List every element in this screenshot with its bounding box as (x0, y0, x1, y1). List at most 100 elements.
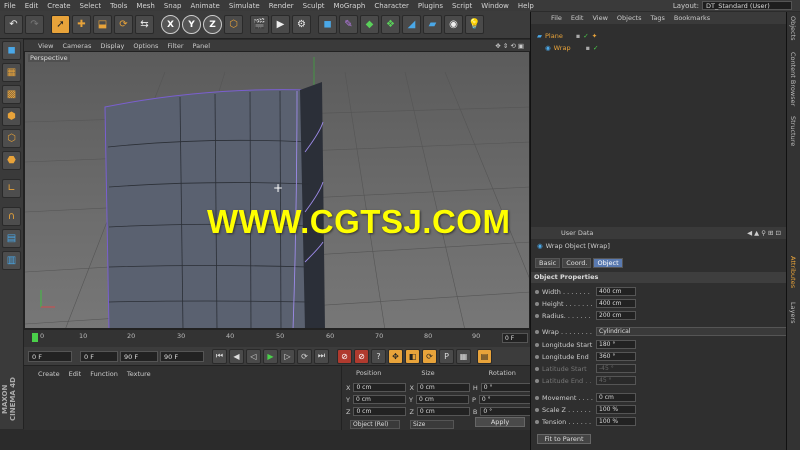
3d-viewport[interactable]: + Perspective WWW.CGTSJ.COM (24, 51, 530, 329)
position-x-field[interactable]: 0 cm (353, 383, 407, 392)
menu-create[interactable]: Create (47, 2, 70, 10)
scale-icon[interactable]: ⬓ (93, 15, 112, 34)
tab-content-browser[interactable]: Content Browser (789, 52, 797, 106)
timeline-playhead[interactable] (32, 333, 38, 342)
goto-end-icon[interactable]: ⏭ (314, 348, 329, 364)
coordinate-mode-dropdown[interactable]: Object (Rel) (350, 420, 400, 429)
axis-icon[interactable]: ∟ (2, 179, 21, 198)
move-icon[interactable]: ✚ (72, 15, 91, 34)
enable-snap-icon[interactable]: ∩ (2, 207, 21, 226)
tab-object[interactable]: Object (593, 258, 623, 268)
play-icon[interactable]: ▶ (263, 348, 278, 364)
size-mode-dropdown[interactable]: Size (410, 420, 454, 429)
viewport-menu-view[interactable]: View (38, 42, 53, 50)
rotation-p-field[interactable]: 0 ° (478, 395, 532, 404)
tab-structure[interactable]: Structure (789, 116, 797, 146)
next-frame-icon[interactable]: ▷ (280, 348, 295, 364)
material-menu-function[interactable]: Function (90, 370, 118, 378)
height-field[interactable]: 400 cm (596, 299, 636, 308)
tab-attributes[interactable]: Attributes (789, 256, 797, 288)
material-menu-texture[interactable]: Texture (127, 370, 151, 378)
position-z-field[interactable]: 0 cm (353, 407, 407, 416)
current-frame-field[interactable]: 0 F (502, 333, 528, 343)
tab-basic[interactable]: Basic (535, 258, 561, 268)
tension-field[interactable]: 100 % (596, 417, 636, 426)
timeline-ruler[interactable]: 0 10 20 30 40 50 60 70 80 90 0 F (24, 329, 530, 347)
position-key-icon[interactable]: ✥ (388, 348, 403, 364)
menu-help[interactable]: Help (518, 2, 534, 10)
rotation-h-field[interactable]: 0 ° (480, 383, 534, 392)
timeline-window-icon[interactable]: ▤ (477, 348, 492, 364)
size-x-field[interactable]: 0 cm (416, 383, 470, 392)
range-end-field[interactable]: 90 F (120, 350, 158, 362)
planar-workplane-icon[interactable]: ▥ (2, 251, 21, 270)
longitude-end-field[interactable]: 360 ° (596, 352, 636, 361)
visibility-icon[interactable]: ▪ (576, 32, 580, 40)
auto-key-icon[interactable]: ⊘ (354, 348, 369, 364)
pen-spline-icon[interactable]: ✎ (339, 15, 358, 34)
coordinate-system-icon[interactable]: ⬡ (224, 15, 243, 34)
x-axis-icon[interactable]: X (161, 15, 180, 34)
layout-dropdown[interactable]: DT_Standard (User) (702, 1, 792, 10)
menu-mograph[interactable]: MoGraph (334, 2, 366, 10)
viewport-menu-display[interactable]: Display (100, 42, 124, 50)
object-row-plane[interactable]: ▰ Plane ▪ ✓ ✦ (537, 32, 597, 40)
recent-tools-icon[interactable]: ⇆ (135, 15, 154, 34)
menu-tools[interactable]: Tools (110, 2, 127, 10)
menu-render[interactable]: Render (269, 2, 294, 10)
select-cursor-icon[interactable]: ➚ (51, 15, 70, 34)
subdivision-surface-icon[interactable]: ◆ (360, 15, 379, 34)
prev-key-icon[interactable]: ◀ (229, 348, 244, 364)
light-icon[interactable]: 💡 (465, 15, 484, 34)
menu-select[interactable]: Select (80, 2, 102, 10)
position-y-field[interactable]: 0 cm (352, 395, 406, 404)
scale-z-field[interactable]: 100 % (596, 405, 636, 414)
viewport-menu-panel[interactable]: Panel (193, 42, 211, 50)
viewport-menu-cameras[interactable]: Cameras (62, 42, 91, 50)
render-settings-icon[interactable]: ⚙ (292, 15, 311, 34)
om-menu-edit[interactable]: Edit (571, 14, 584, 22)
redo-icon[interactable]: ↷ (25, 15, 44, 34)
menu-animate[interactable]: Animate (190, 2, 219, 10)
tab-layers[interactable]: Layers (789, 302, 797, 324)
cube-icon[interactable]: ◼ (318, 15, 337, 34)
polygons-mode-icon[interactable]: ⬣ (2, 151, 21, 170)
y-axis-icon[interactable]: Y (182, 15, 201, 34)
material-menu-edit[interactable]: Edit (69, 370, 82, 378)
tab-coord[interactable]: Coord. (562, 258, 592, 268)
scale-key-icon[interactable]: ◧ (405, 348, 420, 364)
locked-workplane-icon[interactable]: ▤ (2, 229, 21, 248)
goto-start-icon[interactable]: ⏮ (212, 348, 227, 364)
viewport-menu-filter[interactable]: Filter (167, 42, 183, 50)
keyframe-selection-icon[interactable]: ? (371, 348, 386, 364)
workplane-mode-icon[interactable]: ▩ (2, 85, 21, 104)
point-level-icon[interactable]: ▦ (456, 348, 471, 364)
viewport-menu-options[interactable]: Options (133, 42, 158, 50)
end-frame-field[interactable]: 90 F (160, 350, 204, 362)
om-menu-bookmarks[interactable]: Bookmarks (674, 14, 710, 22)
object-row-wrap[interactable]: ◉ Wrap ▪ ✓ (545, 44, 598, 52)
menu-file[interactable]: File (4, 2, 16, 10)
enabled-check-icon[interactable]: ✓ (583, 32, 588, 40)
menu-plugins[interactable]: Plugins (418, 2, 443, 10)
menu-window[interactable]: Window (481, 2, 509, 10)
camera-icon[interactable]: ◉ (444, 15, 463, 34)
next-key-icon[interactable]: ⟳ (297, 348, 312, 364)
viewport-nav-icons[interactable]: ✥ ⇕ ⟲ ▣ (495, 42, 524, 50)
start-frame-field[interactable]: 0 F (28, 350, 72, 362)
material-menu-create[interactable]: Create (38, 370, 60, 378)
menu-snap[interactable]: Snap (164, 2, 182, 10)
render-picture-viewer-icon[interactable]: ▶ (271, 15, 290, 34)
menu-sculpt[interactable]: Sculpt (303, 2, 325, 10)
object-name[interactable]: Wrap (554, 44, 571, 52)
texture-mode-icon[interactable]: ▦ (2, 63, 21, 82)
enabled-check-icon[interactable]: ✓ (593, 44, 598, 52)
om-menu-file[interactable]: File (551, 14, 562, 22)
menu-script[interactable]: Script (452, 2, 472, 10)
wrap-mode-dropdown[interactable]: Cylindrical (596, 327, 790, 336)
menu-edit[interactable]: Edit (25, 2, 39, 10)
render-view-icon[interactable]: 🎬 (250, 15, 269, 34)
floor-icon[interactable]: ▰ (423, 15, 442, 34)
parameter-key-icon[interactable]: P (439, 348, 454, 364)
size-z-field[interactable]: 0 cm (416, 407, 470, 416)
